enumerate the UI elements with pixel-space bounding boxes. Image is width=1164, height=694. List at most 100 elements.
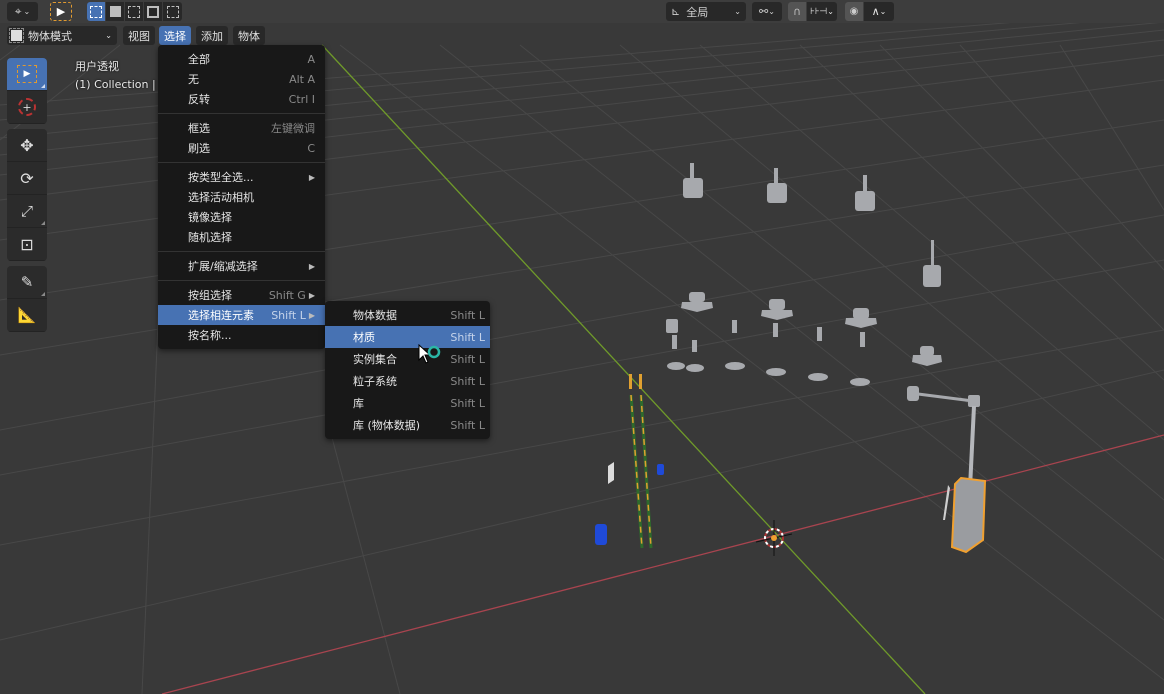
magnet-icon: ∩ [792,5,802,18]
select-tool-button[interactable]: ▶ [50,2,72,21]
small-post[interactable] [672,335,677,349]
submenu-item[interactable]: 材质 Shift L [325,326,490,348]
submenu-arrow-icon: ▶ [308,172,315,182]
3d-viewport-icon: ⌖ [14,4,22,18]
base-object[interactable] [681,292,713,312]
menu-item[interactable]: 框选 左键微调 [158,118,325,138]
disc-object[interactable] [808,373,828,381]
small-post[interactable] [692,340,697,352]
submenu-arrow-icon: ▶ [308,310,315,320]
shortcut-text: 左键微调 [271,122,315,135]
intersect-icon [166,5,179,18]
scale-icon: ⤢ [20,202,33,220]
snap-target-select[interactable]: ⊦⊦⊣ ⌄ [807,2,837,21]
3d-cursor-icon: + [18,98,36,116]
tool-measure[interactable]: 📐 [7,299,47,332]
proportional-edit-icon: ◉ [849,6,859,17]
submenu-item[interactable]: 库 (物体数据) Shift L [325,414,490,436]
falloff-curve-icon: ∧ [871,5,880,18]
menu-item[interactable]: 选择活动相机 [158,187,325,207]
pole-object[interactable] [629,374,653,549]
small-cylinder[interactable] [666,319,678,333]
chevron-down-icon: ⌄ [879,7,887,16]
disc-object[interactable] [686,364,704,372]
disc-object[interactable] [667,362,685,370]
3d-cursor[interactable] [755,520,793,556]
pedestal-object[interactable] [767,168,787,203]
mode-extend-button[interactable] [106,2,125,21]
tool-move[interactable]: ✥ [7,129,47,162]
menu-object[interactable]: 物体 [233,26,265,45]
submenu-item[interactable]: 库 Shift L [325,392,490,414]
base-object[interactable] [761,299,793,320]
submenu-item[interactable]: 物体数据 Shift L [325,304,490,326]
selected-box-object [950,476,987,554]
menu-item[interactable]: 按名称... [158,325,325,345]
base-object[interactable] [912,346,942,366]
menu-item[interactable]: 按类型全选... ▶ [158,167,325,187]
view-name-label: 用户透视 [75,60,119,73]
grid-line [0,369,1164,641]
editor-type-selector[interactable]: ⌖ ⌄ [7,2,38,21]
menu-item[interactable]: 扩展/缩减选择 ▶ [158,256,325,276]
small-post[interactable] [860,332,865,347]
small-post[interactable] [773,323,778,337]
pedestal-object[interactable] [855,175,875,211]
submenu-item[interactable]: 粒子系统 Shift L [325,370,490,392]
falloff-select[interactable]: ∧ ⌄ [864,2,894,21]
tool-rotate[interactable]: ⟳ [7,162,47,195]
blue-cylinder[interactable] [657,464,664,475]
submenu-item[interactable]: 实例集合 Shift L [325,348,490,370]
menu-item[interactable]: 按组选择 Shift G ▶ [158,285,325,305]
menu-item-label: 选择相连元素 [188,309,254,322]
mode-set-button[interactable] [87,2,106,21]
plane-object[interactable] [608,462,614,484]
proportional-edit-toggle[interactable]: ◉ [845,2,864,21]
chevron-down-icon: ⌄ [827,7,834,16]
menu-item[interactable]: 全部 A [158,49,325,69]
menu-item-label: 镜像选择 [188,211,232,224]
tool-transform[interactable]: ⊡ [7,228,47,261]
chevron-down-icon: ⌄ [105,31,112,40]
menu-item-label: 按组选择 [188,289,232,302]
small-post[interactable] [732,320,737,333]
menu-view[interactable]: 视图 [123,26,155,45]
selection-mode-group [87,2,182,21]
mode-subtract-button[interactable] [125,2,144,21]
base-object[interactable] [845,308,877,328]
extend-icon [109,6,121,17]
menu-item[interactable]: 镜像选择 [158,207,325,227]
pedestal-object[interactable] [683,163,703,198]
mode-intersect-button[interactable] [163,2,182,21]
shortcut-text: C [307,141,315,155]
tool-select-box[interactable]: ▶ [7,58,47,91]
mode-invert-button[interactable] [144,2,163,21]
select-menu: 全部 A 无 Alt A 反转 Ctrl I 框选 左键微调 刷选 C 按类型全选... ▶ 选择活动相… [158,45,325,349]
small-post[interactable] [817,327,822,341]
menu-item-shortcut: A [307,53,315,66]
tool-scale[interactable]: ⤢ [7,195,47,228]
snap-toggle[interactable]: ∩ [788,2,807,21]
tool-annotate[interactable]: ✎ [7,266,47,299]
transform-icon: ⊡ [20,234,34,254]
blue-cylinder[interactable] [595,524,607,545]
disc-object[interactable] [766,368,786,376]
pedestal-object[interactable] [923,240,941,287]
disc-object[interactable] [850,378,870,386]
menu-item[interactable]: 无 Alt A [158,69,325,89]
select-box-icon: ▶ [17,65,37,83]
menu-item[interactable]: 选择相连元素 Shift L ▶ [158,305,325,325]
pivot-point-select[interactable]: ⚯ ⌄ [752,2,782,21]
menu-select[interactable]: 选择 [159,26,191,45]
mode-select[interactable]: 物体模式 ⌄ [7,26,117,45]
mouse-pointer [418,343,444,369]
transform-orientation-select[interactable]: ⊾ 全局 ⌄ [666,2,746,21]
submenu-item-shortcut: Shift L [450,396,485,410]
tool-cursor[interactable]: + [7,91,47,124]
menu-item[interactable]: 刷选 C [158,138,325,158]
cursor-icon: ▶ [56,5,66,18]
disc-object[interactable] [725,362,745,370]
menu-item[interactable]: 随机选择 [158,227,325,247]
menu-add[interactable]: 添加 [196,26,228,45]
menu-item[interactable]: 反转 Ctrl I [158,89,325,109]
